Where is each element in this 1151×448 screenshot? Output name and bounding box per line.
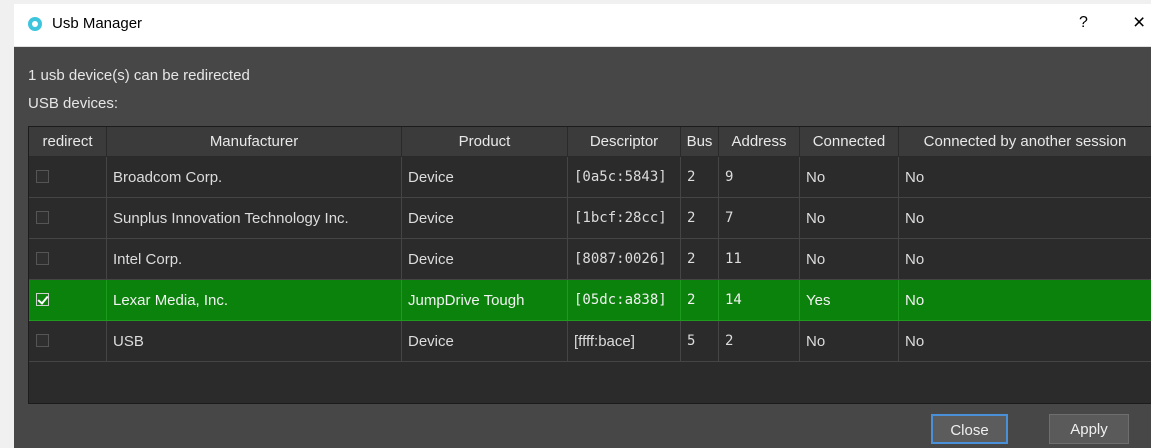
address-cell: 11 (719, 239, 800, 280)
bus-cell: 2 (681, 239, 719, 280)
connected-cell: No (800, 321, 899, 362)
address-cell: 14 (719, 280, 800, 321)
header-manufacturer[interactable]: Manufacturer (107, 127, 402, 157)
table-header: redirect Manufacturer Product Descriptor… (29, 127, 1151, 157)
usb-devices-table: redirect Manufacturer Product Descriptor… (28, 126, 1151, 404)
header-address[interactable]: Address (719, 127, 800, 157)
descriptor-cell: [8087:0026] (568, 239, 681, 280)
manufacturer-cell: Sunplus Innovation Technology Inc. (107, 198, 402, 239)
bus-cell: 2 (681, 157, 719, 198)
redirect-checkbox[interactable] (36, 170, 49, 183)
connected-by-another-session-cell: No (899, 321, 1151, 362)
table-row[interactable]: Broadcom Corp. Device [0a5c:5843] 2 9 No… (29, 157, 1151, 198)
header-redirect[interactable]: redirect (29, 127, 107, 157)
connected-cell: No (800, 239, 899, 280)
header-product[interactable]: Product (402, 127, 568, 157)
connected-cell: No (800, 198, 899, 239)
usb-devices-label: USB devices: (28, 95, 119, 112)
usb-manager-app-icon (28, 17, 42, 31)
header-descriptor[interactable]: Descriptor (568, 127, 681, 157)
product-cell: Device (402, 198, 568, 239)
connected-by-another-session-cell: No (899, 157, 1151, 198)
dialog-body: 1 usb device(s) can be redirected USB de… (14, 47, 1151, 448)
close-window-icon[interactable]: × (1133, 11, 1145, 35)
address-cell: 2 (719, 321, 800, 362)
help-button[interactable]: ? (1079, 14, 1088, 32)
product-cell: Device (402, 239, 568, 280)
header-bus[interactable]: Bus (681, 127, 719, 157)
descriptor-cell: [ffff:bace] (568, 321, 681, 362)
descriptor-cell: [05dc:a838] (568, 280, 681, 321)
connected-by-another-session-cell: No (899, 239, 1151, 280)
bus-cell: 5 (681, 321, 719, 362)
connected-by-another-session-cell: No (899, 198, 1151, 239)
connected-cell: No (800, 157, 899, 198)
manufacturer-cell: Intel Corp. (107, 239, 402, 280)
connected-by-another-session-cell: No (899, 280, 1151, 321)
bus-cell: 2 (681, 198, 719, 239)
table-row-selected[interactable]: Lexar Media, Inc. JumpDrive Tough [05dc:… (29, 280, 1151, 321)
table-row[interactable]: USB Device [ffff:bace] 5 2 No No (29, 321, 1151, 362)
redirect-checkbox[interactable] (36, 252, 49, 265)
close-button[interactable]: Close (931, 414, 1008, 444)
manufacturer-cell: Lexar Media, Inc. (107, 280, 402, 321)
product-cell: JumpDrive Tough (402, 280, 568, 321)
table-row[interactable]: Sunplus Innovation Technology Inc. Devic… (29, 198, 1151, 239)
address-cell: 9 (719, 157, 800, 198)
table-row[interactable]: Intel Corp. Device [8087:0026] 2 11 No N… (29, 239, 1151, 280)
title-bar: Usb Manager ? × (14, 4, 1151, 47)
product-cell: Device (402, 321, 568, 362)
address-cell: 7 (719, 198, 800, 239)
connected-cell: Yes (800, 280, 899, 321)
descriptor-cell: [1bcf:28cc] (568, 198, 681, 239)
header-connected-by-another-session[interactable]: Connected by another session (899, 127, 1151, 157)
apply-button[interactable]: Apply (1049, 414, 1129, 444)
redirect-count-label: 1 usb device(s) can be redirected (28, 67, 250, 84)
manufacturer-cell: USB (107, 321, 402, 362)
descriptor-cell: [0a5c:5843] (568, 157, 681, 198)
redirect-checkbox[interactable] (36, 211, 49, 224)
bus-cell: 2 (681, 280, 719, 321)
window-title: Usb Manager (52, 15, 143, 32)
manufacturer-cell: Broadcom Corp. (107, 157, 402, 198)
redirect-checkbox-checked[interactable] (36, 293, 49, 306)
redirect-checkbox[interactable] (36, 334, 49, 347)
product-cell: Device (402, 157, 568, 198)
header-connected[interactable]: Connected (800, 127, 899, 157)
